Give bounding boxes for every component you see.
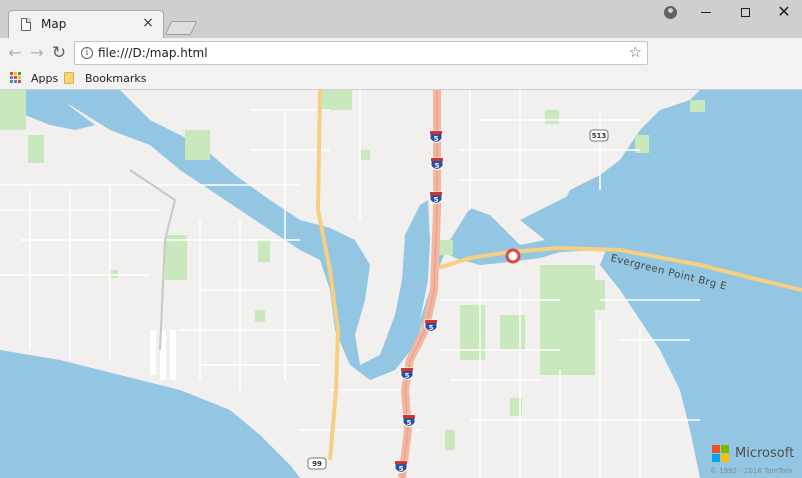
tab-close-icon[interactable]: × <box>141 16 155 30</box>
route-99-label: 99 <box>312 460 322 468</box>
folder-icon[interactable] <box>64 72 74 84</box>
bookmarks-bar: Apps Bookmarks <box>0 68 802 90</box>
tab-strip: Map × ✕ <box>0 0 802 38</box>
interstate-5-shield: 5 <box>429 130 443 143</box>
tab-title: Map <box>41 17 67 31</box>
interstate-5-shield: 5 <box>402 414 416 427</box>
route-520-marker <box>505 248 521 264</box>
page-icon <box>21 18 31 31</box>
map-canvas[interactable]: 5 5 5 5 5 5 5 513 99 <box>0 90 802 478</box>
reload-icon[interactable]: ↻ <box>48 42 70 64</box>
back-arrow-icon[interactable]: ← <box>4 42 26 64</box>
interstate-5-label: 5 <box>434 135 439 143</box>
bookmarks-folder-link[interactable]: Bookmarks <box>85 72 146 85</box>
interstate-5-shield: 5 <box>400 367 414 380</box>
apps-link[interactable]: Apps <box>31 72 58 85</box>
copyright-text: © 1992 - 2018 TomTom <box>710 467 793 475</box>
info-icon[interactable]: i <box>81 47 93 59</box>
interstate-5-label: 5 <box>429 324 434 332</box>
interstate-5-shield: 5 <box>429 191 443 204</box>
interstate-5-label: 5 <box>407 419 412 427</box>
maximize-icon[interactable] <box>726 0 766 24</box>
route-513-shield: 513 <box>589 129 609 142</box>
route-99-shield: 99 <box>307 457 327 470</box>
profile-icon[interactable] <box>664 6 677 19</box>
new-tab-button[interactable] <box>164 21 198 35</box>
microsoft-logo: Microsoft <box>712 445 794 465</box>
interstate-5-label: 5 <box>405 372 410 380</box>
route-513-label: 513 <box>592 132 607 140</box>
toolbar: ← → ↻ i file:///D:/map.html ☆ <box>0 38 802 68</box>
star-icon[interactable]: ☆ <box>629 43 642 61</box>
interstate-5-shield: 5 <box>394 460 408 473</box>
url-text[interactable]: file:///D:/map.html <box>98 46 208 60</box>
provider-name: Microsoft <box>735 446 795 461</box>
address-bar[interactable]: i file:///D:/map.html ☆ <box>74 41 648 65</box>
minimize-icon[interactable] <box>686 0 726 24</box>
interstate-5-label: 5 <box>434 196 439 204</box>
interstate-5-shield: 5 <box>424 319 438 332</box>
interstate-5-shield: 5 <box>430 157 444 170</box>
interstate-5-label: 5 <box>399 465 404 473</box>
forward-arrow-icon[interactable]: → <box>26 42 48 64</box>
close-window-icon[interactable]: ✕ <box>764 0 802 24</box>
piers <box>150 330 176 380</box>
apps-icon[interactable] <box>10 72 22 84</box>
tab-map[interactable]: Map × <box>8 10 164 38</box>
map-view[interactable]: 5555555 513 99 Evergreen Point Brg E Mic… <box>0 90 802 478</box>
interstate-5-label: 5 <box>435 162 440 170</box>
